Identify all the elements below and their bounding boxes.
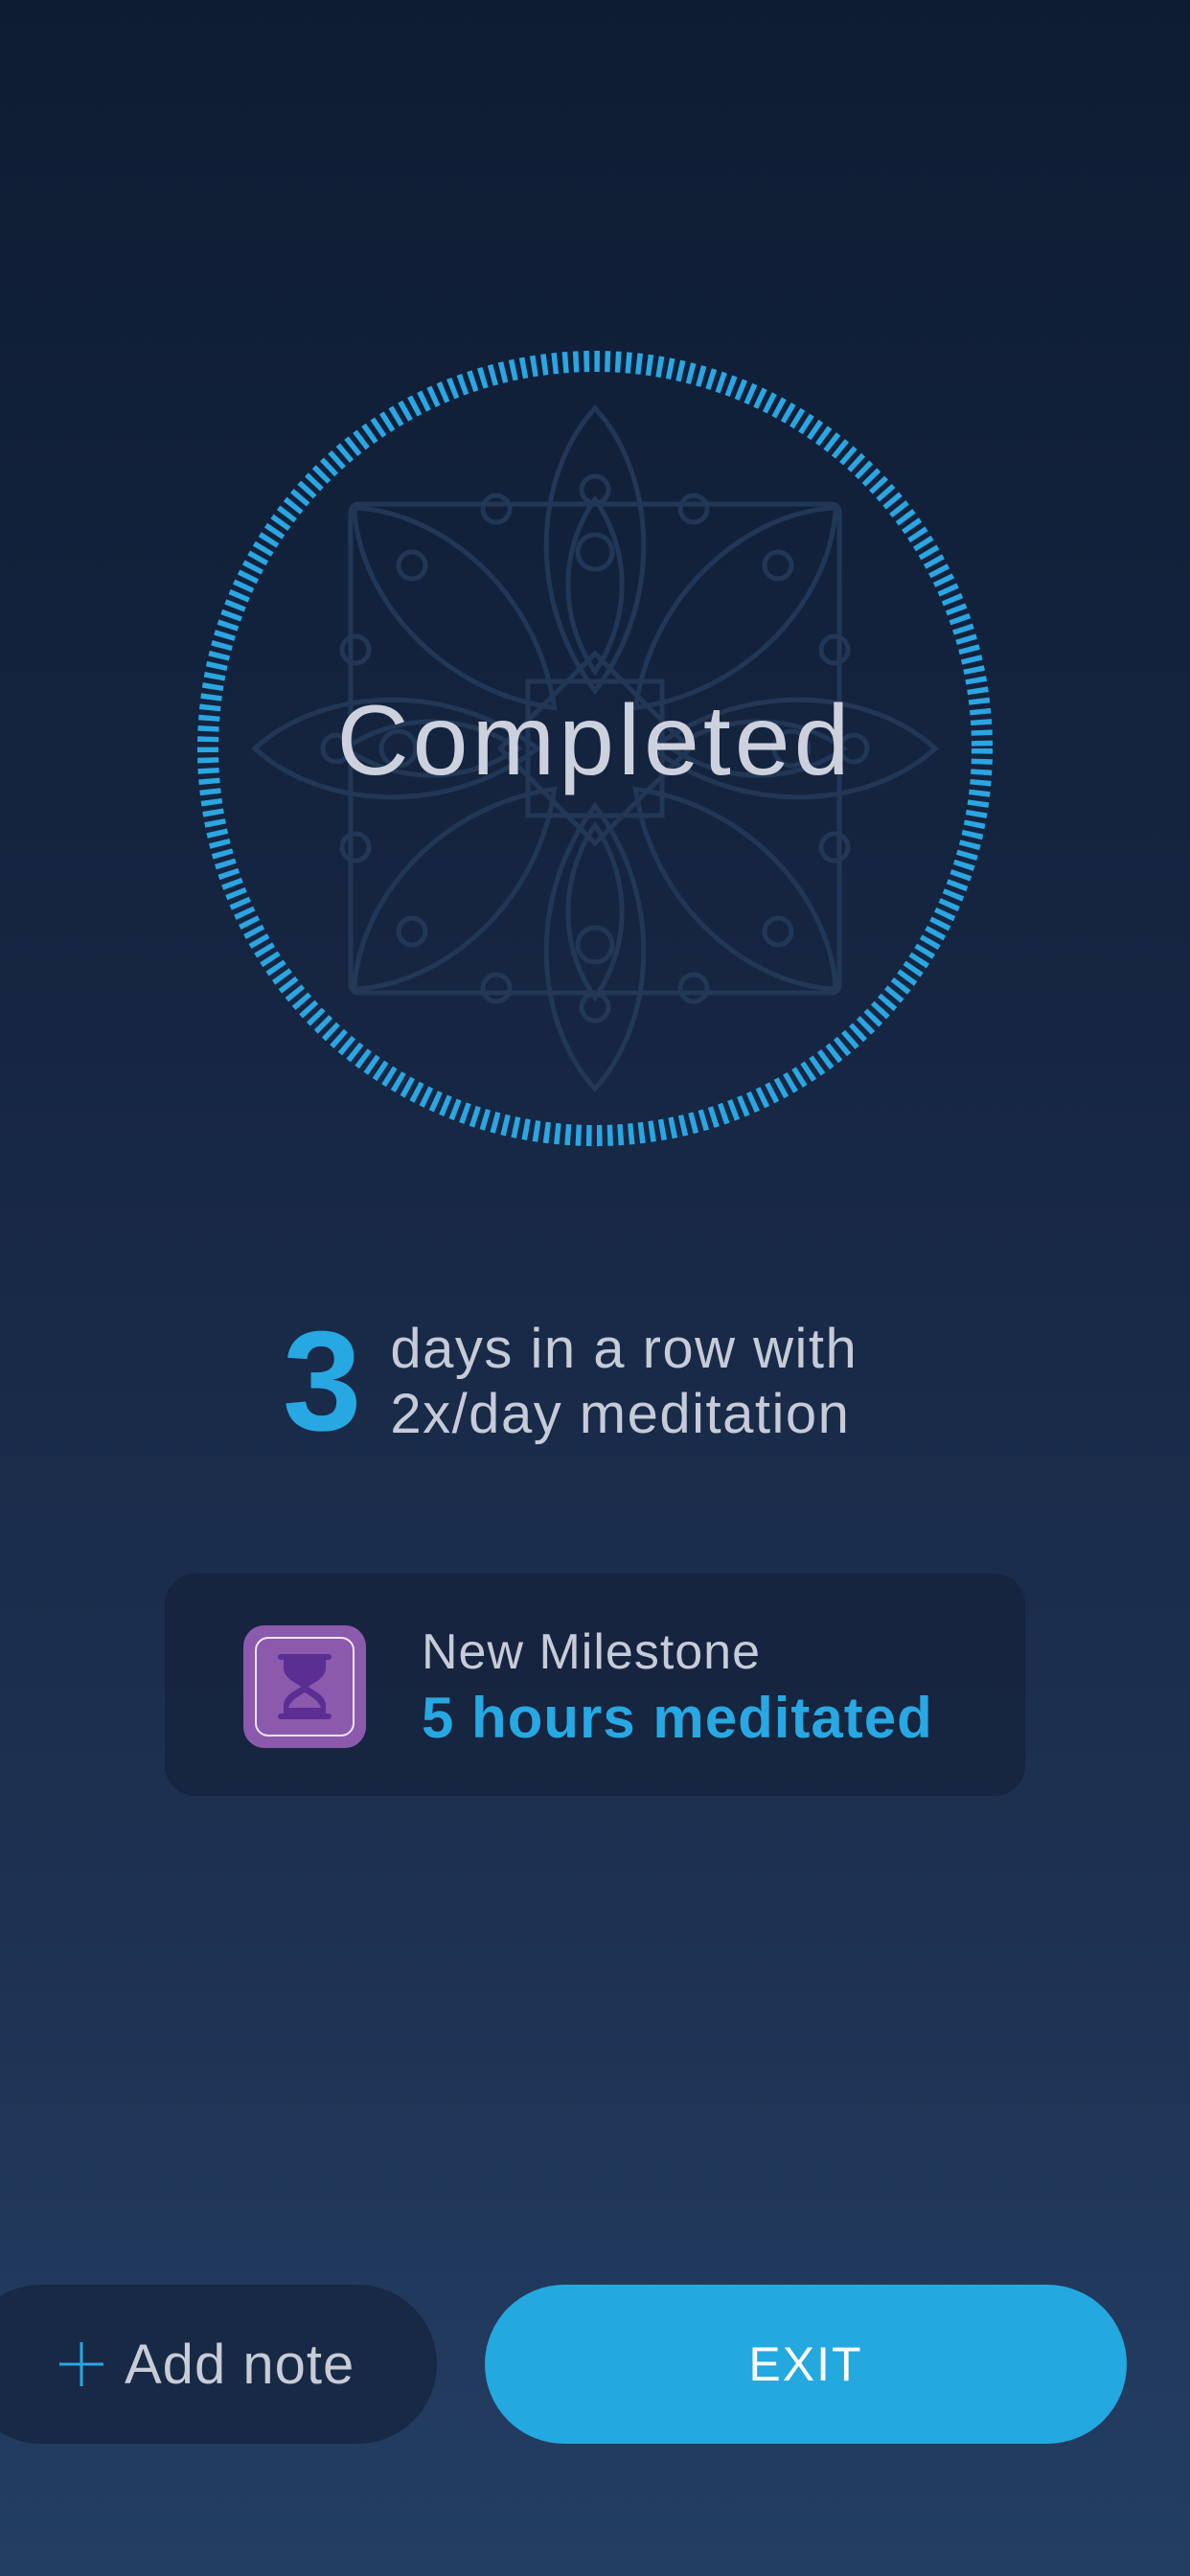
completion-ring: Completed [196, 350, 994, 1147]
streak-line-2: 2x/day meditation [390, 1383, 851, 1445]
milestone-card: New Milestone 5 hours meditated [165, 1574, 1025, 1796]
milestone-kicker: New Milestone [422, 1624, 762, 1680]
streak-count: 3 [283, 1302, 362, 1460]
streak-line-1: days in a row with [390, 1318, 858, 1380]
add-note-label: Add note [125, 2334, 355, 2396]
add-note-button[interactable]: Add note [0, 2285, 437, 2444]
milestone-badge [243, 1625, 366, 1748]
streak-summary: 3 days in a row with 2x/day meditation [283, 1311, 858, 1453]
exit-label: EXIT [748, 2337, 863, 2391]
milestone-title: 5 hours meditated [422, 1686, 933, 1750]
streak-description: days in a row with 2x/day meditation [390, 1317, 858, 1447]
plus-icon [59, 2342, 103, 2386]
exit-button[interactable]: EXIT [485, 2285, 1127, 2444]
completed-label: Completed [336, 684, 854, 796]
hourglass-icon [278, 1654, 332, 1719]
